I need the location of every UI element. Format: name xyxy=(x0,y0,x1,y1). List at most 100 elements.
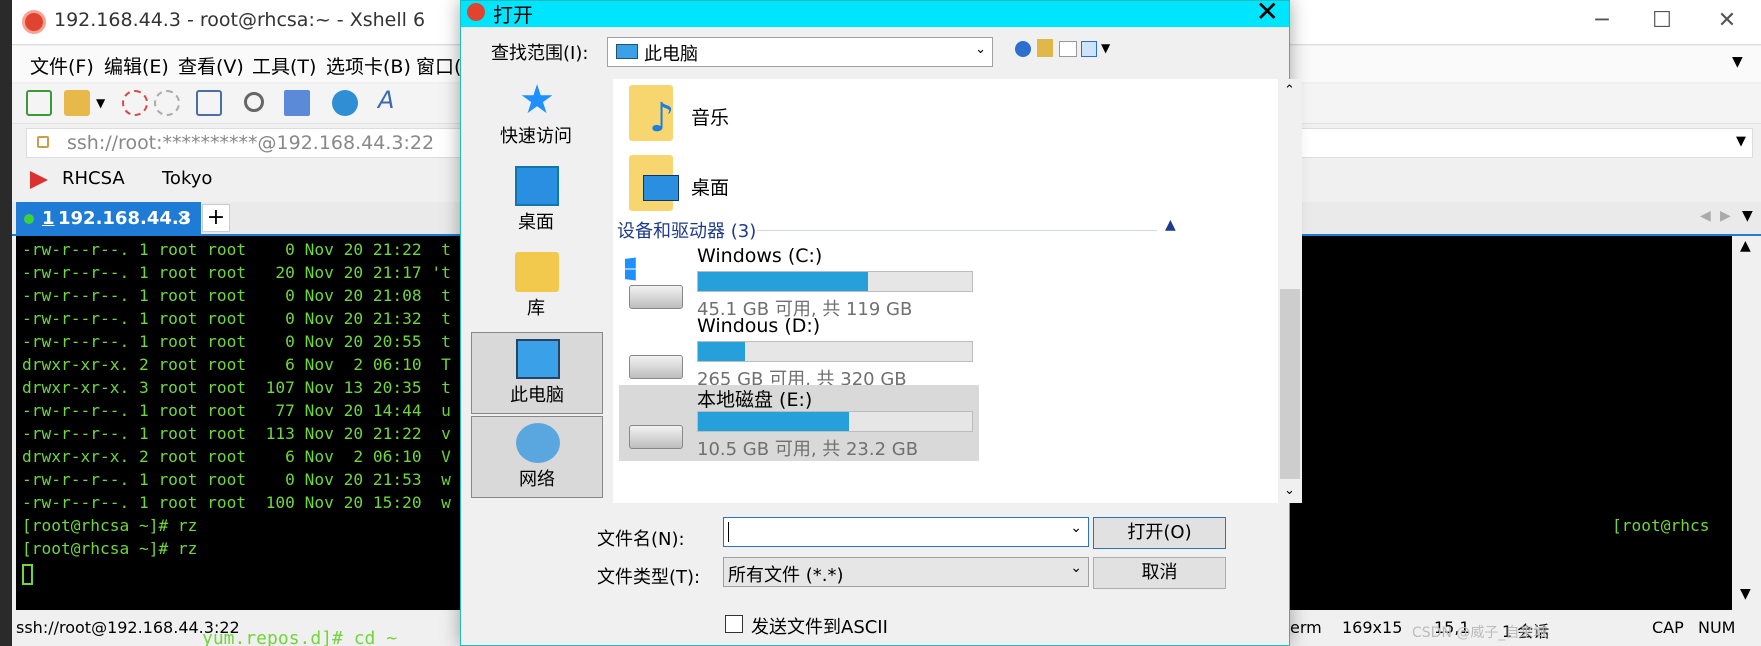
file-list-scrollbar[interactable]: ⌃ ⌄ xyxy=(1278,79,1302,503)
filename-input[interactable]: ⌄ xyxy=(723,517,1089,547)
back-icon[interactable] xyxy=(1015,41,1031,57)
menu-file[interactable]: 文件(F) xyxy=(30,52,94,79)
scroll-up-icon[interactable]: ▲ xyxy=(1740,238,1751,254)
menu-tabs[interactable]: 选项卡(B) xyxy=(326,52,411,79)
filetype-label: 文件类型(T): xyxy=(597,567,701,588)
terminal-line: -rw-r--r--. 1 root root 0 Nov 20 21:08 t xyxy=(22,286,451,305)
ascii-checkbox-label[interactable]: 发送文件到ASCII xyxy=(751,613,888,639)
status-term: erm xyxy=(1290,618,1322,637)
tab-scroll-left-icon[interactable]: ◀ xyxy=(1700,208,1711,224)
place-label: 桌面 xyxy=(518,212,554,233)
tab-number: 1 xyxy=(42,208,55,229)
drive-usage-bar xyxy=(697,271,973,292)
dialog-title-bar: 打开 ✕ xyxy=(461,0,1289,28)
drive-d[interactable]: Windous (D:) 265 GB 可用, 共 320 GB xyxy=(619,315,979,391)
new-session-icon[interactable] xyxy=(26,90,52,116)
maximize-button[interactable]: ☐ xyxy=(1642,8,1682,33)
drive-free-text: 10.5 GB 可用, 共 23.2 GB xyxy=(697,439,919,460)
globe-icon[interactable] xyxy=(332,90,358,116)
folder-label: 桌面 xyxy=(691,177,730,199)
up-folder-icon[interactable] xyxy=(1037,39,1053,57)
properties-icon[interactable] xyxy=(196,90,222,116)
add-tab-button[interactable]: + xyxy=(202,204,230,232)
folder-desktop[interactable]: 桌面 xyxy=(623,153,923,219)
place-desktop[interactable]: 桌面 xyxy=(471,160,603,242)
place-label: 网络 xyxy=(519,469,555,490)
link-tokyo[interactable]: Tokyo xyxy=(162,168,212,189)
disconnect-icon[interactable] xyxy=(154,90,180,116)
watermark: CSDN @威子_自来城 xyxy=(1412,625,1548,641)
network-icon xyxy=(516,423,560,463)
drive-c[interactable]: Windows (C:) 45.1 GB 可用, 共 119 GB xyxy=(619,245,979,321)
status-caps: CAP xyxy=(1652,618,1684,637)
drive-name: Windous (D:) xyxy=(697,315,821,337)
chevron-down-icon: ⌄ xyxy=(1070,560,1082,576)
tab-scroll-right-icon[interactable]: ▶ xyxy=(1720,208,1731,224)
dialog-close-icon[interactable]: ✕ xyxy=(1256,0,1279,28)
close-button[interactable]: ✕ xyxy=(1707,8,1747,33)
search-icon[interactable] xyxy=(244,92,264,112)
look-in-value: 此电脑 xyxy=(644,44,698,65)
look-in-label: 查找范围(I): xyxy=(491,43,589,64)
terminal-line: -rw-r--r--. 1 root root 0 Nov 20 21:32 t xyxy=(22,309,451,328)
place-network[interactable]: 网络 xyxy=(471,416,603,498)
hdd-icon xyxy=(629,355,683,379)
menu-overflow-icon[interactable]: ▼ xyxy=(1732,54,1743,70)
filetype-select[interactable]: 所有文件 (*.*) ⌄ xyxy=(723,557,1089,587)
view-dropdown-icon[interactable]: ▼ xyxy=(1101,41,1110,55)
menu-view[interactable]: 查看(V) xyxy=(178,52,244,79)
scroll-up-icon[interactable]: ⌃ xyxy=(1284,83,1295,98)
place-label: 此电脑 xyxy=(510,385,564,406)
look-in-combo[interactable]: 此电脑 ⌄ xyxy=(607,37,993,67)
address-dropdown-icon[interactable]: ▼ xyxy=(1736,134,1746,149)
ascii-checkbox[interactable] xyxy=(725,615,743,633)
filetype-value: 所有文件 (*.*) xyxy=(728,565,844,586)
tab-list-icon[interactable]: ▼ xyxy=(1742,208,1753,224)
drive-usage-bar xyxy=(697,411,973,432)
scroll-down-icon[interactable]: ⌄ xyxy=(1284,483,1295,498)
open-folder-icon[interactable] xyxy=(64,90,90,116)
flag-icon xyxy=(30,171,48,189)
place-this-pc[interactable]: 此电脑 xyxy=(471,332,603,414)
transfer-icon[interactable] xyxy=(284,90,310,116)
computer-icon xyxy=(516,339,560,379)
view-menu-icon[interactable] xyxy=(1081,41,1097,57)
minimize-button[interactable]: ─ xyxy=(1582,8,1622,33)
connect-icon[interactable] xyxy=(122,90,148,116)
dialog-logo-icon xyxy=(467,3,485,21)
collapse-chevron-icon[interactable]: ▲ xyxy=(1165,217,1176,233)
folder-music[interactable]: ♪ 音乐 xyxy=(623,81,923,147)
drive-icon xyxy=(625,339,689,383)
menu-edit[interactable]: 编辑(E) xyxy=(104,52,169,79)
new-folder-icon[interactable] xyxy=(1059,41,1077,57)
terminal-line: -rw-r--r--. 1 root root 0 Nov 20 20:55 t xyxy=(22,332,451,351)
desktop-screen-icon xyxy=(643,175,679,201)
cancel-button[interactable]: 取消 xyxy=(1093,557,1226,589)
drive-usage-bar xyxy=(697,341,973,362)
place-quick-access[interactable]: ★ 快速访问 xyxy=(471,74,603,156)
terminal-line: drwxr-xr-x. 2 root root 6 Nov 2 06:10 T xyxy=(22,355,451,374)
tab-close-icon[interactable]: × xyxy=(176,207,191,228)
link-rhcsa[interactable]: RHCSA xyxy=(62,168,125,189)
place-libraries[interactable]: 库 xyxy=(471,246,603,328)
open-button[interactable]: 打开(O) xyxy=(1093,517,1226,549)
terminal-line: [root@rhcsa ~]# rz xyxy=(22,539,198,558)
terminal-scrollbar[interactable]: ▲ ▼ xyxy=(1734,236,1761,610)
group-header[interactable]: 设备和驱动器 (3) ▲ xyxy=(617,217,1176,245)
session-tab[interactable]: 1 192.168.44.3 × xyxy=(16,202,201,236)
filename-label: 文件名(N): xyxy=(597,529,685,550)
terminal-line: [root@rhcsa ~]# rz xyxy=(22,516,198,535)
dropdown-arrow-icon[interactable]: ▼ xyxy=(96,96,108,122)
chevron-down-icon[interactable]: ⌄ xyxy=(1070,520,1082,536)
scroll-thumb[interactable] xyxy=(1280,289,1300,479)
dialog-title: 打开 xyxy=(493,3,533,27)
font-icon[interactable]: A xyxy=(378,86,404,114)
terminal-line: -rw-r--r--. 1 root root 77 Nov 20 14:44 … xyxy=(22,401,451,420)
drive-usage-fill xyxy=(698,272,868,291)
xshell-logo-icon xyxy=(22,10,46,34)
scroll-down-icon[interactable]: ▼ xyxy=(1740,586,1751,602)
file-list[interactable]: ♪ 音乐 桌面 设备和驱动器 (3) ▲ Windows (C:) 45.1 G… xyxy=(613,79,1278,503)
drive-e[interactable]: 本地磁盘 (E:) 10.5 GB 可用, 共 23.2 GB xyxy=(619,385,979,461)
menu-tools[interactable]: 工具(T) xyxy=(252,52,316,79)
terminal-line: -rw-r--r--. 1 root root 113 Nov 20 21:22… xyxy=(22,424,451,443)
